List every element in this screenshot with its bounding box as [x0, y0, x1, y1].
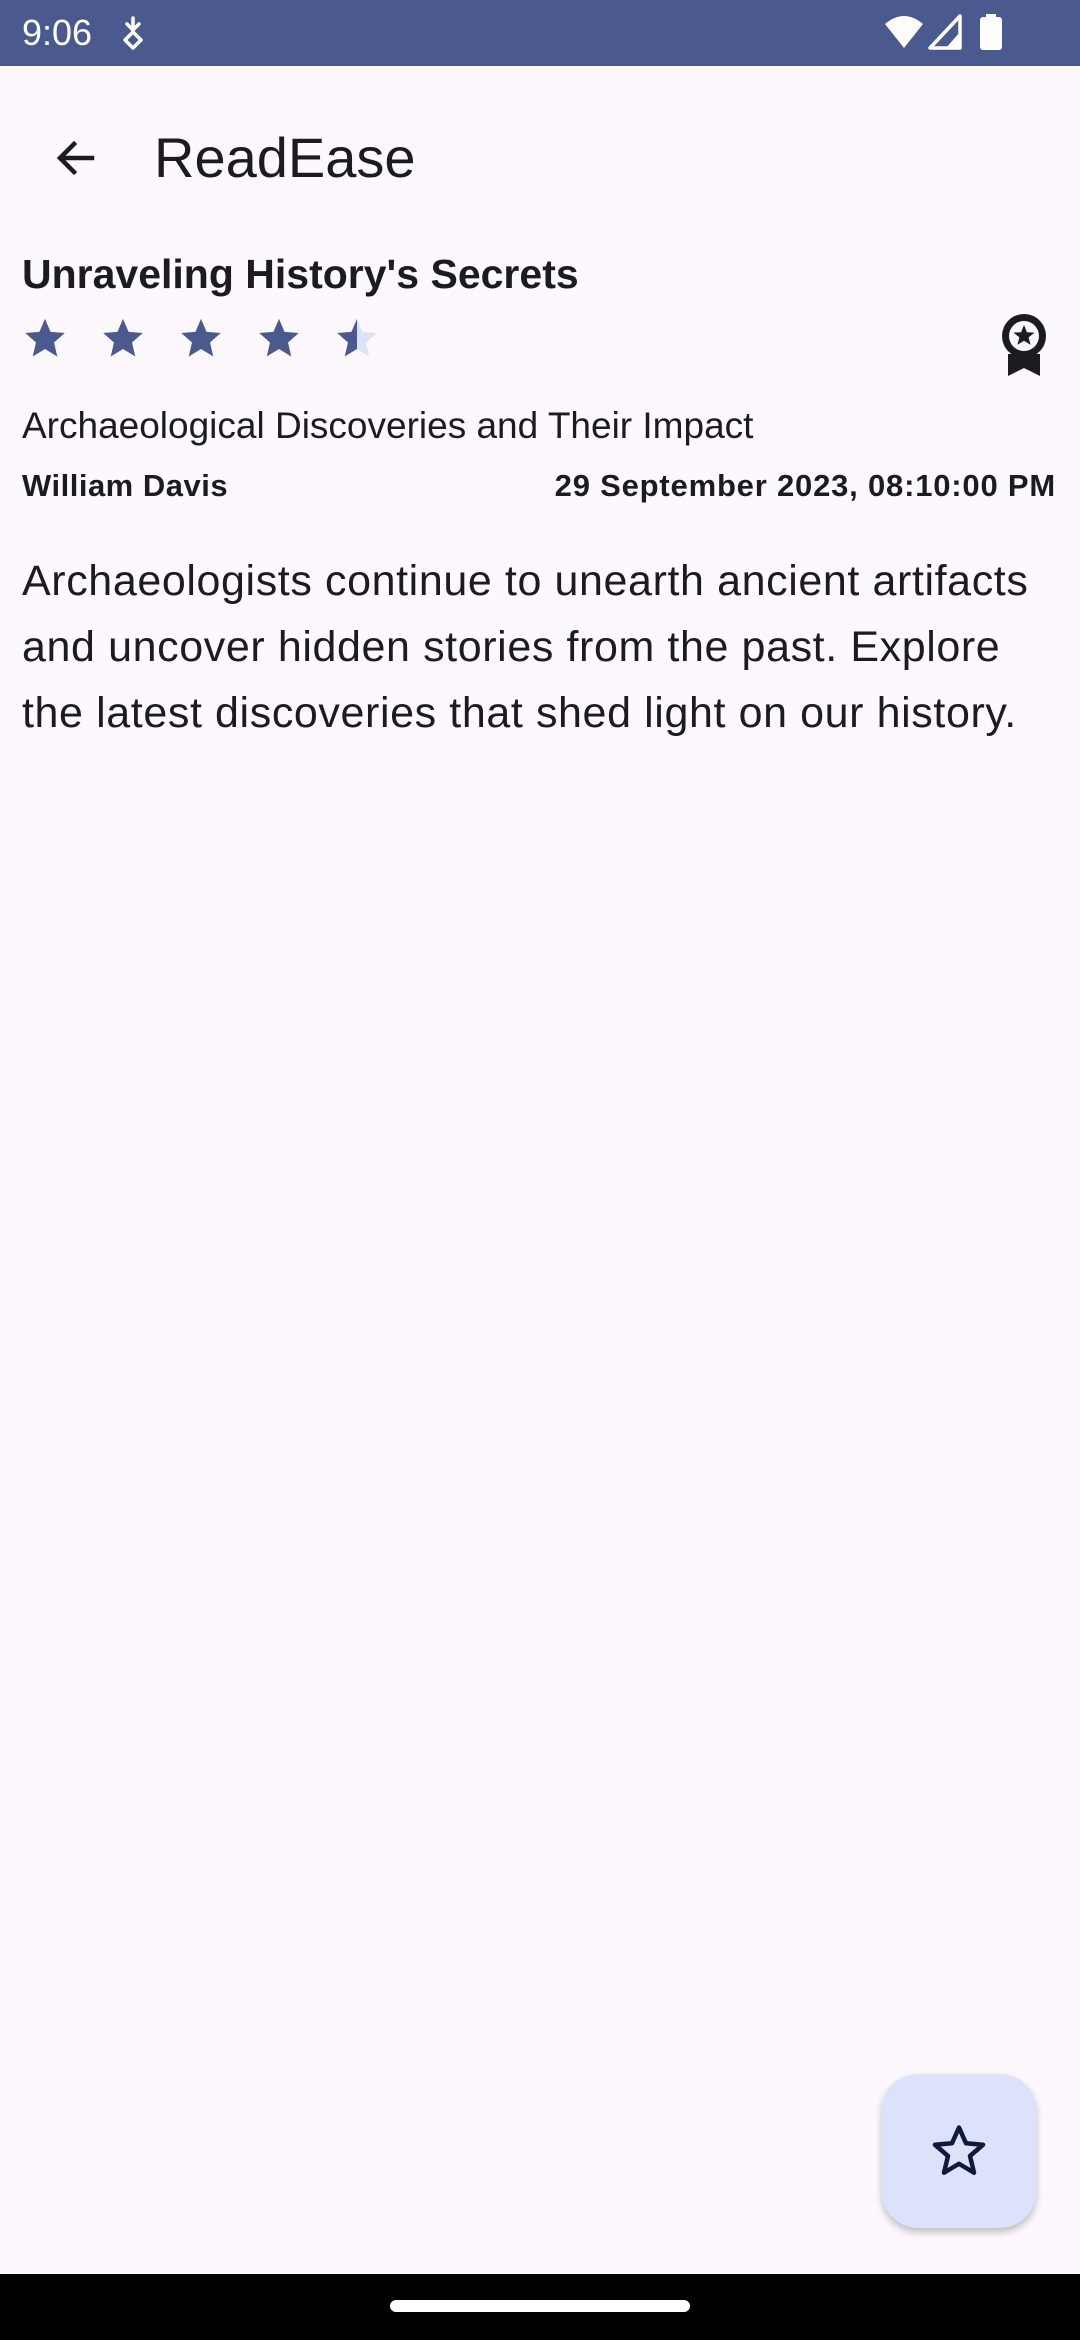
battery-icon: [980, 14, 1002, 50]
status-time: 9:06: [22, 12, 93, 53]
star-filled-icon: [25, 318, 65, 357]
article-subtitle: Archaeological Discoveries and Their Imp…: [22, 405, 754, 446]
article-body: Archaeologists continue to unearth ancie…: [22, 557, 1029, 737]
signal-icon: [928, 14, 962, 50]
app-title: ReadEase: [154, 126, 416, 189]
article-title: Unraveling History's Secrets: [22, 251, 579, 297]
star-filled-icon: [259, 318, 299, 357]
star-filled-icon: [181, 318, 221, 357]
status-bar: 9:06: [0, 0, 1080, 66]
wifi-icon: [885, 16, 923, 48]
award-badge-icon: [1002, 314, 1046, 376]
back-button[interactable]: [40, 122, 112, 194]
drive-icon: [123, 16, 143, 50]
star-half-icon: [337, 318, 377, 357]
app-bar: ReadEase: [0, 66, 1080, 246]
rating-stars: [22, 316, 412, 372]
navigation-bar: [0, 2274, 1080, 2340]
article-date: 29 September 2023, 08:10:00 PM: [554, 468, 1056, 503]
star-outline-icon: [932, 2125, 986, 2175]
home-gesture-handle[interactable]: [390, 2300, 690, 2312]
arrow-back-icon: [56, 140, 95, 176]
article-author: William Davis: [22, 468, 229, 503]
star-filled-icon: [103, 318, 143, 357]
favorite-fab-button[interactable]: [882, 2074, 1036, 2228]
